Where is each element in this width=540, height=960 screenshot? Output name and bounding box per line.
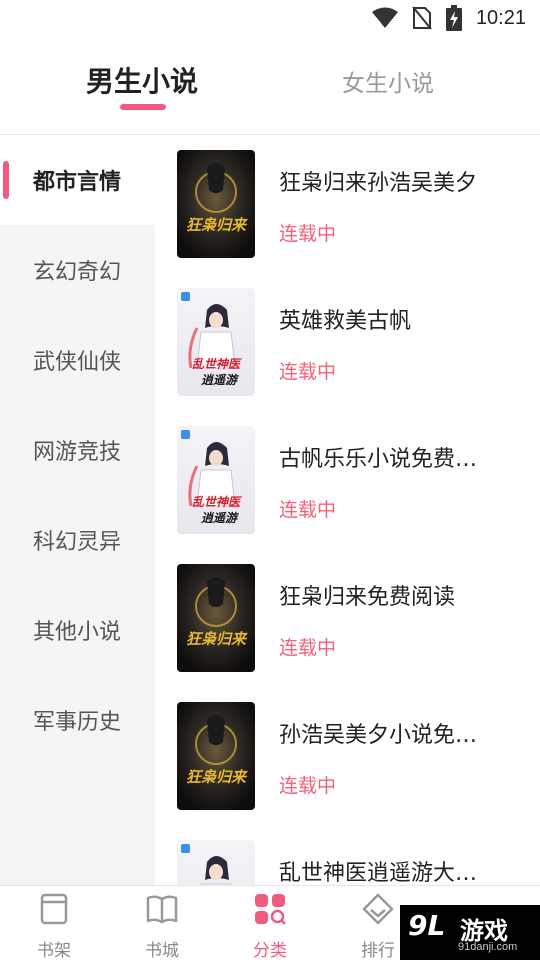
category-label: 玄幻奇幻	[33, 260, 122, 285]
book-item[interactable]: 狂枭归来 孙浩吴美夕小说免… 连载中	[155, 687, 540, 825]
tab-female-novels[interactable]: 女生小说	[342, 64, 434, 98]
book-cover	[177, 840, 255, 885]
category-item-military-history[interactable]: 军事历史	[0, 675, 155, 765]
book-title: 狂枭归来孙浩吴美夕	[279, 171, 478, 196]
nav-bookshelf[interactable]: 书架	[14, 892, 94, 960]
category-item-scifi-supernatural[interactable]: 科幻灵异	[0, 495, 155, 585]
book-status: 连载中	[279, 775, 337, 797]
watermark-logo: 9L	[408, 909, 446, 942]
book-item[interactable]: 狂枭归来 狂枭归来免费阅读 连载中	[155, 549, 540, 687]
nav-category[interactable]: 分类	[230, 892, 310, 960]
tab-male-novels[interactable]: 男生小说	[86, 60, 198, 100]
nav-label: 分类	[253, 941, 287, 960]
category-label: 科幻灵异	[33, 530, 122, 555]
svg-text:逍遥游: 逍遥游	[201, 511, 239, 525]
book-title: 古帆乐乐小说免费…	[279, 447, 478, 472]
category-label: 其他小说	[33, 620, 122, 645]
category-label: 军事历史	[33, 710, 122, 735]
nav-label: 书架	[37, 941, 71, 960]
category-item-online-games[interactable]: 网游竞技	[0, 405, 155, 495]
book-cover: 乱世神医 逍遥游	[177, 288, 255, 396]
svg-text:乱世神医: 乱世神医	[192, 357, 242, 371]
svg-text:狂枭归来: 狂枭归来	[186, 216, 248, 234]
category-item-urban-romance[interactable]: 都市言情	[0, 135, 155, 225]
book-item[interactable]: 狂枭归来 狂枭归来孙浩吴美夕 连载中	[155, 135, 540, 273]
bookshelf-icon	[40, 893, 68, 925]
book-status: 连载中	[279, 637, 337, 659]
watermark: 9L 游戏 91danji.com	[400, 905, 540, 960]
book-cover: 狂枭归来	[177, 564, 255, 672]
no-sim-icon	[412, 6, 432, 30]
nav-bookstore[interactable]: 书城	[122, 892, 202, 960]
category-item-fantasy[interactable]: 玄幻奇幻	[0, 225, 155, 315]
svg-text:逍遥游: 逍遥游	[201, 373, 239, 387]
gender-tabs: 男生小说 女生小说	[0, 44, 540, 134]
book-open-icon	[146, 895, 178, 924]
book-cover: 狂枭归来	[177, 150, 255, 258]
watermark-url: 91danji.com	[458, 941, 518, 953]
svg-text:狂枭归来: 狂枭归来	[186, 768, 248, 786]
nav-label: 书城	[145, 941, 179, 960]
active-category-marker	[3, 161, 9, 199]
svg-text:乱世神医: 乱世神医	[192, 495, 242, 509]
category-sidebar: 都市言情 玄幻奇幻 武侠仙侠 网游竞技 科幻灵异 其他小说 军事历史	[0, 135, 155, 885]
category-icon	[255, 894, 286, 925]
book-title: 狂枭归来免费阅读	[279, 585, 456, 610]
status-bar: 10:21	[0, 0, 540, 36]
wifi-icon	[371, 7, 398, 28]
book-list: 狂枭归来 狂枭归来孙浩吴美夕 连载中 乱世神医 逍遥游 英雄救美古帆 连载中 乱…	[155, 135, 540, 885]
category-item-other[interactable]: 其他小说	[0, 585, 155, 675]
clock: 10:21	[475, 6, 526, 29]
svg-text:狂枭归来: 狂枭归来	[186, 630, 248, 648]
category-item-wuxia[interactable]: 武侠仙侠	[0, 315, 155, 405]
category-label: 都市言情	[33, 170, 122, 195]
book-title: 英雄救美古帆	[279, 309, 412, 334]
category-label: 网游竞技	[33, 440, 122, 465]
book-cover: 乱世神医 逍遥游	[177, 426, 255, 534]
book-status: 连载中	[279, 499, 337, 521]
book-cover: 狂枭归来	[177, 702, 255, 810]
book-status: 连载中	[279, 223, 337, 245]
active-tab-indicator	[120, 104, 166, 110]
battery-charging-icon	[445, 5, 462, 31]
book-status: 连载中	[279, 361, 337, 383]
book-title: 乱世神医逍遥游大…	[279, 861, 478, 885]
book-item[interactable]: 乱世神医 逍遥游 古帆乐乐小说免费… 连载中	[155, 411, 540, 549]
ranking-icon	[362, 893, 394, 925]
category-label: 武侠仙侠	[33, 350, 122, 375]
book-item[interactable]: 乱世神医 逍遥游 英雄救美古帆 连载中	[155, 273, 540, 411]
book-item[interactable]: 乱世神医逍遥游大…	[155, 825, 540, 885]
book-title: 孙浩吴美夕小说免…	[279, 723, 478, 748]
